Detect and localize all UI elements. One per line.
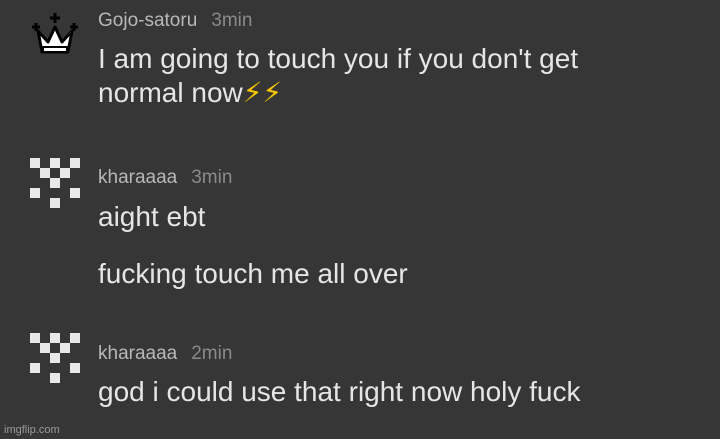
message-line: normal now (98, 77, 243, 108)
message-text: I am going to touch you if you don't get… (98, 42, 578, 110)
chat-message: kharaaaa 3min aight ebt fucking touch me … (0, 150, 720, 300)
username[interactable]: kharaaaa (98, 167, 177, 188)
chat-message: kharaaaa 2min god i could use that right … (0, 325, 720, 420)
chat-message: Gojo-satoru 3min I am going to touch you … (0, 0, 720, 130)
message-line: I am going to touch you if you don't get (98, 43, 579, 74)
pixel-pattern-icon[interactable] (30, 333, 80, 383)
message-text: aight ebt (98, 201, 206, 232)
timestamp: 3min (191, 167, 233, 188)
timestamp: 3min (211, 10, 253, 31)
username[interactable]: kharaaaa (98, 343, 177, 364)
lightning-emoji: ⚡⚡ (242, 76, 283, 109)
crown-icon[interactable] (30, 9, 80, 59)
message-header: kharaaaa 2min (98, 343, 232, 365)
message-header: Gojo-satoru 3min (98, 10, 252, 32)
message-text: god i could use that right now holy fuck (98, 376, 581, 407)
username[interactable]: Gojo-satoru (98, 10, 197, 31)
watermark: imgflip.com (4, 424, 60, 436)
pixel-pattern-icon[interactable] (30, 158, 80, 208)
timestamp: 2min (191, 343, 233, 364)
message-header: kharaaaa 3min (98, 167, 232, 189)
message-text: fucking touch me all over (98, 258, 408, 289)
message-line-with-emoji: normal now⚡⚡ (98, 76, 578, 110)
